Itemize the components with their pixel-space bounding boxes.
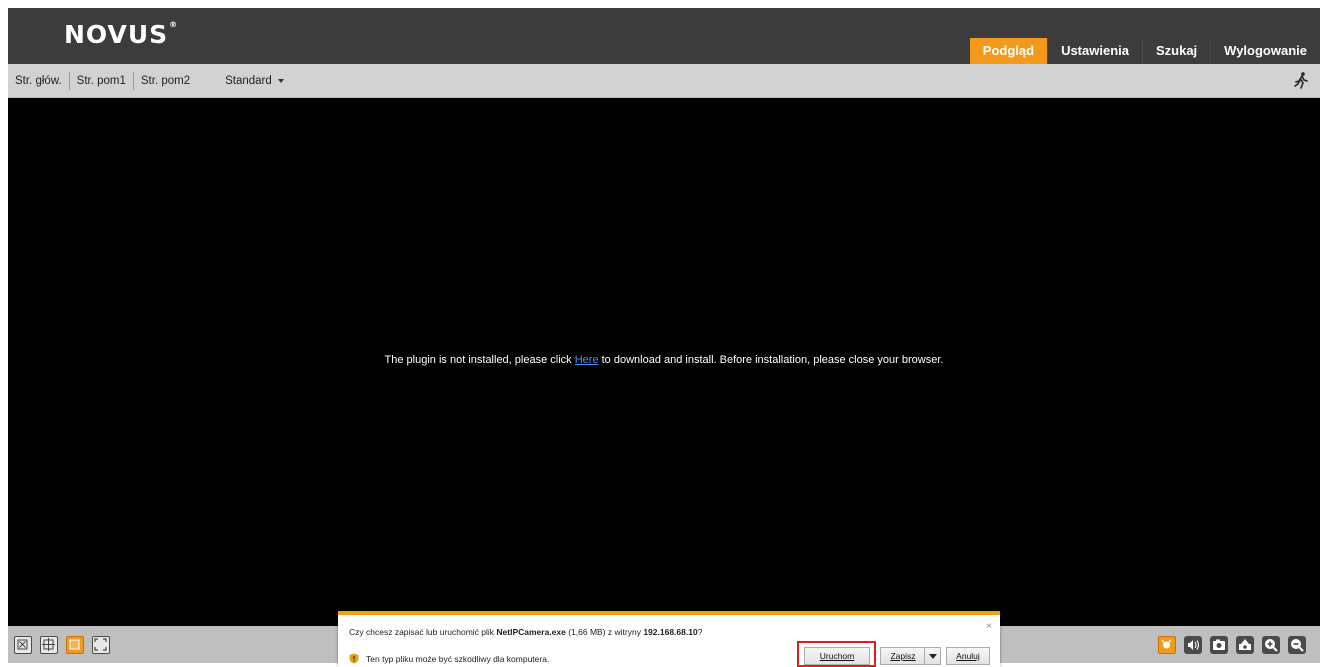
record-icon[interactable]	[1236, 636, 1254, 654]
save-button[interactable]: Zapisz	[880, 647, 926, 665]
close-view-icon[interactable]	[14, 636, 32, 654]
view-mode-dropdown[interactable]: Standard	[225, 75, 284, 87]
audio-icon[interactable]	[1184, 636, 1202, 654]
download-question: Czy chcesz zapisać lub uruchomić plik Ne…	[349, 627, 703, 637]
chevron-down-icon	[277, 78, 284, 83]
run-button[interactable]: Uruchom	[804, 647, 870, 665]
cancel-button[interactable]: Anuluj	[946, 647, 990, 665]
close-icon[interactable]: ×	[986, 621, 992, 632]
zoom-in-icon[interactable]	[1262, 636, 1280, 654]
video-viewport[interactable]: The plugin is not installed, please clic…	[8, 98, 1320, 626]
tab-wylogowanie[interactable]: Wylogowanie	[1210, 38, 1320, 64]
fullscreen-icon[interactable]	[92, 636, 110, 654]
window-layout-icon[interactable]	[66, 636, 84, 654]
download-notification: Czy chcesz zapisać lub uruchomić plik Ne…	[338, 611, 1000, 667]
stream-sub1[interactable]: Str. pom1	[70, 75, 133, 87]
top-header: NOVUS® Podgląd Ustawienia Szukaj Wylogow…	[8, 8, 1320, 64]
zoom-out-icon[interactable]	[1288, 636, 1306, 654]
snapshot-icon[interactable]	[1210, 636, 1228, 654]
download-plugin-link[interactable]: Here	[575, 354, 599, 366]
main-nav: Podgląd Ustawienia Szukaj Wylogowanie	[969, 38, 1320, 64]
warning-shield-icon	[349, 653, 359, 664]
web-client: NOVUS® Podgląd Ustawienia Szukaj Wylogow…	[8, 8, 1320, 663]
tab-ustawienia[interactable]: Ustawienia	[1047, 38, 1142, 64]
download-warning: Ten typ pliku może być szkodliwy dla kom…	[349, 653, 549, 664]
stream-sub2[interactable]: Str. pom2	[134, 75, 197, 87]
stream-main[interactable]: Str. głów.	[8, 75, 69, 87]
live-view-icon[interactable]	[1158, 636, 1176, 654]
save-options-dropdown[interactable]	[924, 647, 941, 665]
motion-runner-icon[interactable]	[1292, 71, 1310, 89]
tab-szukaj[interactable]: Szukaj	[1141, 38, 1210, 64]
view-mode-label: Standard	[225, 74, 272, 87]
tab-podglad[interactable]: Podgląd	[969, 38, 1048, 64]
stream-toolbar: Str. głów. Str. pom1 Str. pom2 Standard	[8, 64, 1320, 98]
window-split-icon[interactable]	[40, 636, 58, 654]
novus-logo: NOVUS®	[64, 20, 179, 49]
plugin-missing-message: The plugin is not installed, please clic…	[384, 354, 944, 366]
